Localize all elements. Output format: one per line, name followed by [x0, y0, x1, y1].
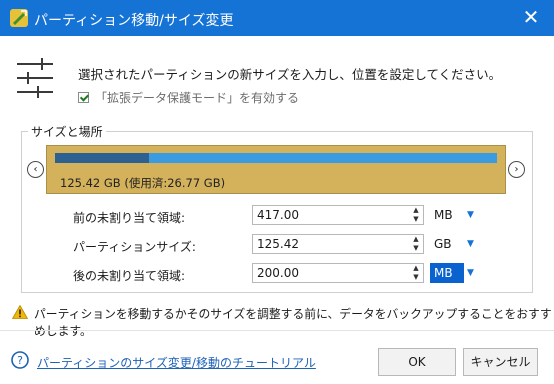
footer-divider	[0, 330, 554, 331]
chevron-down-icon[interactable]: ▼	[467, 205, 474, 225]
chevron-down-icon[interactable]: ▼	[467, 234, 474, 254]
partition-size-value: 125.42	[257, 237, 299, 251]
move-right-button[interactable]: ›	[508, 161, 525, 178]
partition-size-input[interactable]: 125.42 ▲ ▼	[252, 234, 424, 254]
spin-up-icon[interactable]: ▲	[410, 235, 422, 244]
spin-down-icon[interactable]: ▼	[410, 273, 422, 282]
partition-block[interactable]: 125.42 GB (使用済:26.77 GB)	[46, 145, 506, 194]
chevron-down-icon[interactable]: ▼	[467, 263, 474, 283]
spin-down-icon[interactable]: ▼	[410, 215, 422, 224]
spin-down-icon[interactable]: ▼	[410, 244, 422, 253]
spin-up-icon[interactable]: ▲	[410, 206, 422, 215]
partition-size-label: 125.42 GB (使用済:26.77 GB)	[60, 176, 226, 190]
usage-bar-used	[55, 153, 150, 163]
svg-text:?: ?	[17, 354, 23, 367]
help-icon[interactable]: ?	[11, 351, 29, 369]
instruction-text: 選択されたパーティションの新サイズを入力し、位置を設定してください。	[78, 67, 502, 82]
data-protection-checkbox-row[interactable]: 「拡張データ保護モード」を有効する	[78, 89, 299, 106]
unallocated-after-label: 後の未割り当て領域:	[73, 269, 186, 283]
usage-bar	[55, 153, 497, 163]
unallocated-after-value: 200.00	[257, 266, 299, 280]
app-icon	[10, 9, 28, 27]
backup-warning-text: パーティションを移動するかそのサイズを調整する前に、データをバックアップすること…	[34, 307, 552, 338]
window-title: パーティション移動/サイズ変更	[34, 13, 234, 29]
title-bar: パーティション移動/サイズ変更 ✕	[0, 0, 554, 36]
unallocated-after-unit[interactable]: MB	[430, 263, 464, 283]
unallocated-after-input[interactable]: 200.00 ▲ ▼	[252, 263, 424, 283]
group-title: サイズと場所	[28, 123, 106, 140]
unallocated-before-label: 前の未割り当て領域:	[73, 211, 186, 225]
data-protection-checkbox[interactable]	[78, 92, 89, 103]
unallocated-before-input[interactable]: 417.00 ▲ ▼	[252, 205, 424, 225]
ok-button[interactable]: OK	[378, 348, 456, 376]
tutorial-link[interactable]: パーティションのサイズ変更/移動のチュートリアル	[37, 354, 316, 371]
partition-size-label-field: パーティションサイズ:	[73, 240, 196, 254]
unallocated-before-unit[interactable]: MB	[430, 205, 464, 225]
spin-up-icon[interactable]: ▲	[410, 264, 422, 273]
move-left-button[interactable]: ‹	[27, 161, 44, 178]
sliders-icon	[17, 58, 53, 98]
close-icon[interactable]: ✕	[518, 4, 544, 30]
warning-icon	[12, 305, 28, 319]
unallocated-before-value: 417.00	[257, 208, 299, 222]
cancel-button[interactable]: キャンセル	[463, 348, 538, 376]
partition-size-unit[interactable]: GB	[430, 234, 464, 254]
data-protection-checkbox-label: 「拡張データ保護モード」を有効する	[95, 91, 300, 105]
